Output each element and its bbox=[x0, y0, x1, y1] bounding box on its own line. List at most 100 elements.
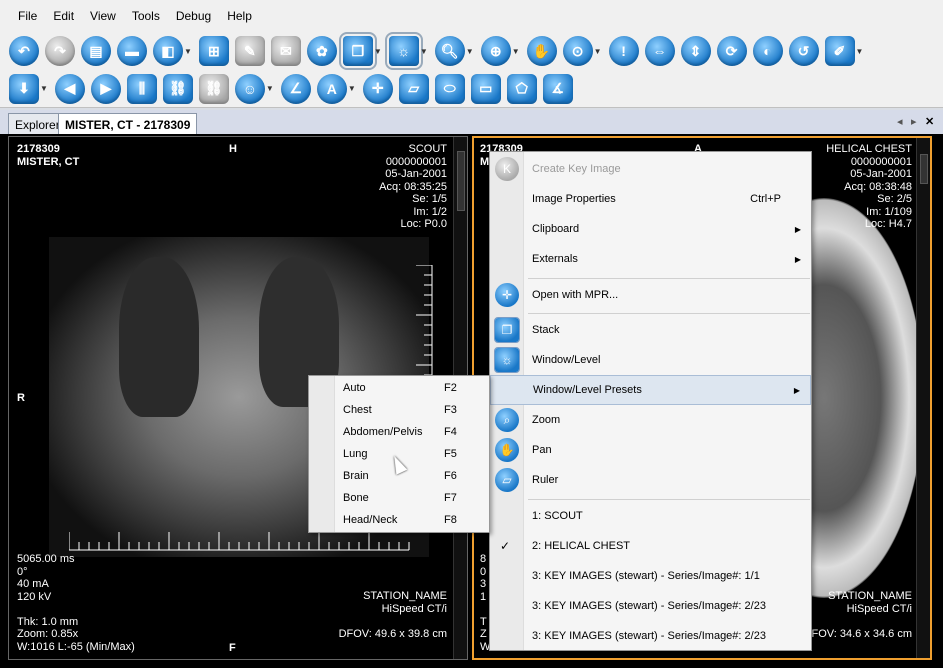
zoom-icon[interactable]: 🔍︎ bbox=[434, 36, 465, 66]
preset-shortcut: F4 bbox=[444, 426, 457, 438]
menu-item-clipboard[interactable]: Clipboard ▶ bbox=[490, 214, 811, 244]
menu-item-window-level-presets[interactable]: Window/Level Presets ▶ bbox=[490, 375, 811, 405]
unlink-icon[interactable]: ⛓ bbox=[198, 73, 229, 104]
window-level-icon[interactable]: ☼ bbox=[384, 32, 423, 70]
tube-current: 40 mA bbox=[17, 578, 49, 590]
cine-icon[interactable]: ✿ bbox=[306, 36, 337, 66]
tab-scroll-right-icon[interactable]: ▸ bbox=[911, 115, 917, 128]
preset-label: Bone bbox=[343, 492, 369, 504]
preset-auto[interactable]: Auto F2 bbox=[309, 377, 489, 399]
menu-item-series-3a[interactable]: 3: KEY IMAGES (stewart) - Series/Image#:… bbox=[490, 561, 811, 591]
menu-file[interactable]: File bbox=[10, 9, 45, 23]
download-icon[interactable]: ⬇ bbox=[9, 73, 39, 104]
flip-vertical-icon[interactable]: ⇕ bbox=[680, 36, 711, 66]
image-scrollbar[interactable] bbox=[916, 138, 930, 658]
ruler-icon[interactable]: ▱ bbox=[398, 73, 429, 104]
menu-item-pan[interactable]: ✋ Pan bbox=[490, 435, 811, 465]
select-tool-icon[interactable]: ⊞ bbox=[198, 36, 229, 66]
menu-view[interactable]: View bbox=[82, 9, 124, 23]
preset-bone[interactable]: Bone F7 bbox=[309, 487, 489, 509]
menu-help[interactable]: Help bbox=[219, 9, 260, 23]
tab-scroll-left-icon[interactable]: ◂ bbox=[897, 115, 903, 128]
info-icon[interactable]: ! bbox=[608, 36, 639, 66]
menu-item-image-properties[interactable]: Image Properties Ctrl+P bbox=[490, 184, 811, 214]
key-image-icon[interactable]: ✎ bbox=[234, 36, 265, 66]
patient-name: MISTER, CT bbox=[17, 155, 80, 168]
back-icon[interactable]: ↶ bbox=[9, 36, 39, 66]
polygon-roi-icon[interactable]: ⬠ bbox=[506, 73, 537, 104]
crosshair-icon[interactable]: ✛ bbox=[362, 73, 393, 104]
edit-overlay-icon[interactable]: ✐ bbox=[824, 36, 855, 66]
series-number: Se: 2/5 bbox=[877, 193, 912, 205]
scrollbar-thumb[interactable] bbox=[457, 151, 465, 211]
pan-icon[interactable]: ✋ bbox=[526, 36, 557, 66]
menu-tools[interactable]: Tools bbox=[124, 9, 168, 23]
menu-item-series-2[interactable]: ✓ 2: HELICAL CHEST bbox=[490, 531, 811, 561]
protractor-icon[interactable]: ∡ bbox=[542, 73, 573, 104]
menu-item-zoom[interactable]: ⌕ Zoom bbox=[490, 405, 811, 435]
menu-separator bbox=[528, 499, 810, 500]
menu-item-open-mpr[interactable]: ✛ Open with MPR... bbox=[490, 280, 811, 310]
flip-horizontal-icon[interactable]: ⇔ bbox=[644, 36, 675, 66]
menu-item-label: Clipboard bbox=[532, 223, 580, 235]
invert-icon[interactable]: ◐ bbox=[752, 36, 783, 66]
probe-icon[interactable]: ⊙ bbox=[562, 36, 593, 66]
preset-head-neck[interactable]: Head/Neck F8 bbox=[309, 509, 489, 531]
chevron-down-icon[interactable]: ▼ bbox=[466, 47, 474, 56]
toolbar-main: ↶ ↷ ▤ ▬ ◧ ▼ ⊞ ✎ ✉ ✿ ❐ ▼ ☼ ▼ 🔍︎ ▼ ⊕ ▼ ✋ ⊙… bbox=[0, 32, 943, 70]
chevron-down-icon[interactable]: ▼ bbox=[348, 84, 356, 93]
tile-layout-icon[interactable]: ◧ bbox=[153, 36, 183, 66]
next-icon[interactable]: ▶ bbox=[90, 73, 121, 104]
preset-chest[interactable]: Chest F3 bbox=[309, 399, 489, 421]
chevron-down-icon[interactable]: ▼ bbox=[512, 47, 520, 56]
menu-item-stack[interactable]: ❐ Stack bbox=[490, 315, 811, 345]
link-icon[interactable]: ⛓ bbox=[162, 73, 193, 104]
chevron-down-icon[interactable]: ▼ bbox=[856, 47, 864, 56]
scrollbar-thumb[interactable] bbox=[920, 154, 928, 184]
menu-item-series-3b[interactable]: 3: KEY IMAGES (stewart) - Series/Image#:… bbox=[490, 591, 811, 621]
reset-icon[interactable]: ↺ bbox=[788, 36, 819, 66]
menu-separator bbox=[528, 278, 810, 279]
preset-abdomen-pelvis[interactable]: Abdomen/Pelvis F4 bbox=[309, 421, 489, 443]
clipboard-icon[interactable]: ▤ bbox=[81, 36, 111, 66]
preset-label: Brain bbox=[343, 470, 369, 482]
tab-study[interactable]: MISTER, CT - 2178309 bbox=[58, 113, 198, 134]
menu-item-ruler[interactable]: ▱ Ruler bbox=[490, 465, 811, 495]
magnifier-icon[interactable]: ⊕ bbox=[480, 36, 511, 66]
menu-debug[interactable]: Debug bbox=[168, 9, 219, 23]
stack-icon[interactable]: ❐ bbox=[338, 32, 377, 70]
ellipse-roi-icon[interactable]: ⬭ bbox=[434, 73, 465, 104]
text-annotation-icon[interactable]: A bbox=[316, 73, 347, 104]
key-image-delete-icon[interactable]: ✉ bbox=[270, 36, 301, 66]
window-level-value: W:1016 L:-65 (Min/Max) bbox=[17, 640, 135, 653]
layout-icon[interactable]: ▬ bbox=[117, 36, 147, 66]
chevron-down-icon[interactable]: ▼ bbox=[266, 84, 274, 93]
pan-icon: ✋ bbox=[495, 438, 519, 462]
chevron-down-icon[interactable]: ▼ bbox=[40, 84, 48, 93]
previous-icon[interactable]: ◀ bbox=[54, 73, 85, 104]
menu-item-series-1[interactable]: 1: SCOUT bbox=[490, 501, 811, 531]
forward-icon[interactable]: ↷ bbox=[45, 36, 75, 66]
chevron-down-icon[interactable]: ▼ bbox=[420, 47, 428, 56]
menu-item-label: 3: KEY IMAGES (stewart) - Series/Image#:… bbox=[532, 600, 766, 612]
menu-edit[interactable]: Edit bbox=[45, 9, 82, 23]
close-icon[interactable]: ✕ bbox=[925, 115, 934, 128]
rotate-icon[interactable]: ⟳ bbox=[716, 36, 747, 66]
annotation-icon[interactable]: ☺ bbox=[234, 73, 265, 104]
menu-item-window-level[interactable]: ☼ Window/Level bbox=[490, 345, 811, 375]
check-icon: ✓ bbox=[500, 539, 511, 553]
toolbar-secondary: ⬇ ▼ ◀ ▶ ⫼ ⛓ ⛓ ☺ ▼ ∠ A ▼ ✛ ▱ ⬭ ▭ ⬠ ∡ bbox=[0, 70, 943, 108]
window-level-icon: ☼ bbox=[494, 347, 520, 373]
orientation-left: R bbox=[17, 392, 25, 404]
chevron-down-icon[interactable]: ▼ bbox=[184, 47, 192, 56]
chevron-down-icon[interactable]: ▼ bbox=[374, 47, 382, 56]
menu-item-series-3c[interactable]: 3: KEY IMAGES (stewart) - Series/Image#:… bbox=[490, 621, 811, 651]
angle-icon[interactable]: ∠ bbox=[280, 73, 311, 104]
menu-item-externals[interactable]: Externals ▶ bbox=[490, 244, 811, 274]
rectangle-roi-icon[interactable]: ▭ bbox=[470, 73, 501, 104]
sync-icon[interactable]: ⫼ bbox=[126, 73, 157, 104]
chevron-down-icon[interactable]: ▼ bbox=[594, 47, 602, 56]
overlay-top-left: 2178309 MISTER, CT bbox=[17, 143, 79, 168]
overlay-bottom-right: STATION_NAME HiSpeed CT/i DFOV: 34.6 x 3… bbox=[804, 590, 912, 640]
